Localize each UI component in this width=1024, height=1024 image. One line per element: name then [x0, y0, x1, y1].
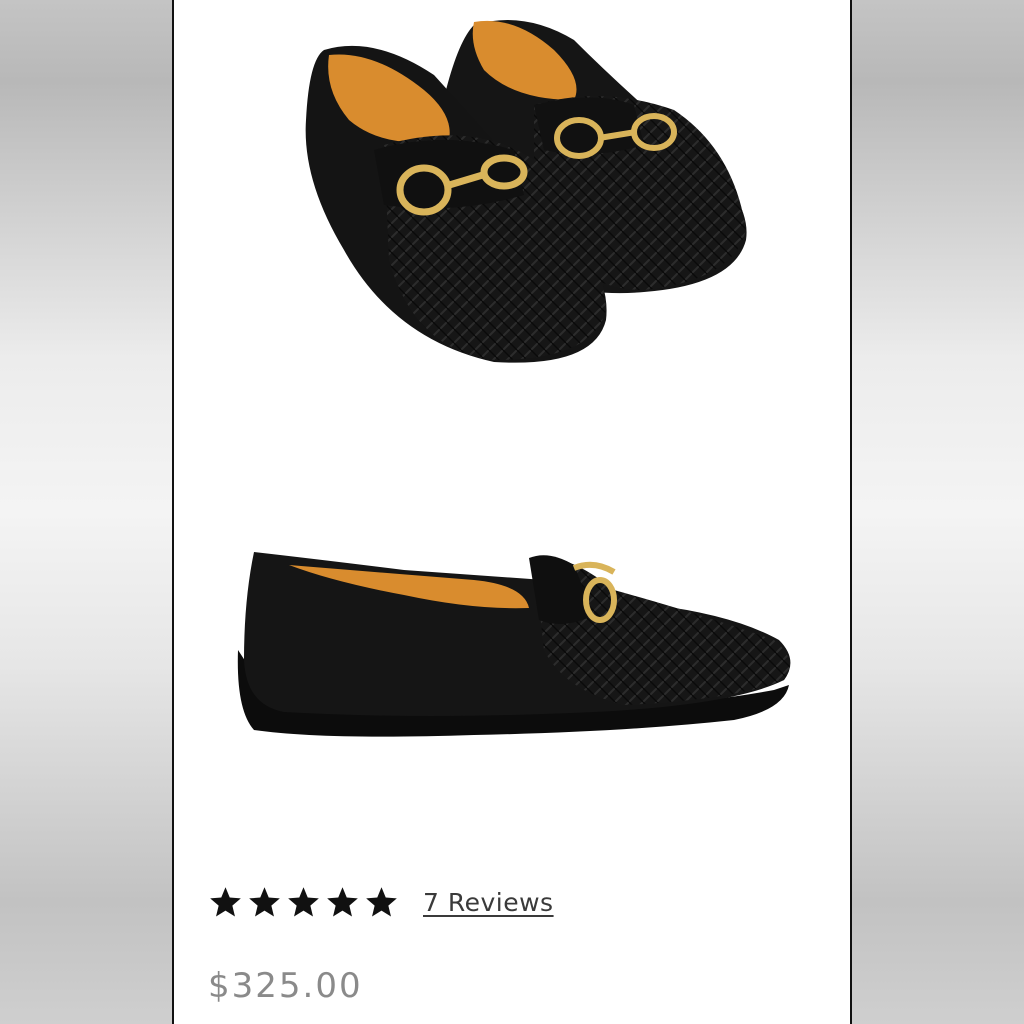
star-rating[interactable]: [208, 885, 399, 920]
reviews-link[interactable]: 7 Reviews: [423, 888, 554, 917]
star-icon: [210, 886, 241, 916]
product-image-pair[interactable]: [174, 0, 850, 400]
right-backdrop: [852, 0, 1024, 1024]
star-icon: [366, 886, 397, 916]
star-icon: [249, 886, 280, 916]
product-panel: 7 Reviews $325.00: [172, 0, 852, 1024]
product-price: $325.00: [208, 966, 363, 1006]
star-icon: [288, 886, 319, 916]
star-icon: [327, 886, 358, 916]
left-backdrop: [0, 0, 172, 1024]
product-image-side[interactable]: [174, 520, 850, 760]
rating-row: 7 Reviews: [208, 880, 554, 924]
